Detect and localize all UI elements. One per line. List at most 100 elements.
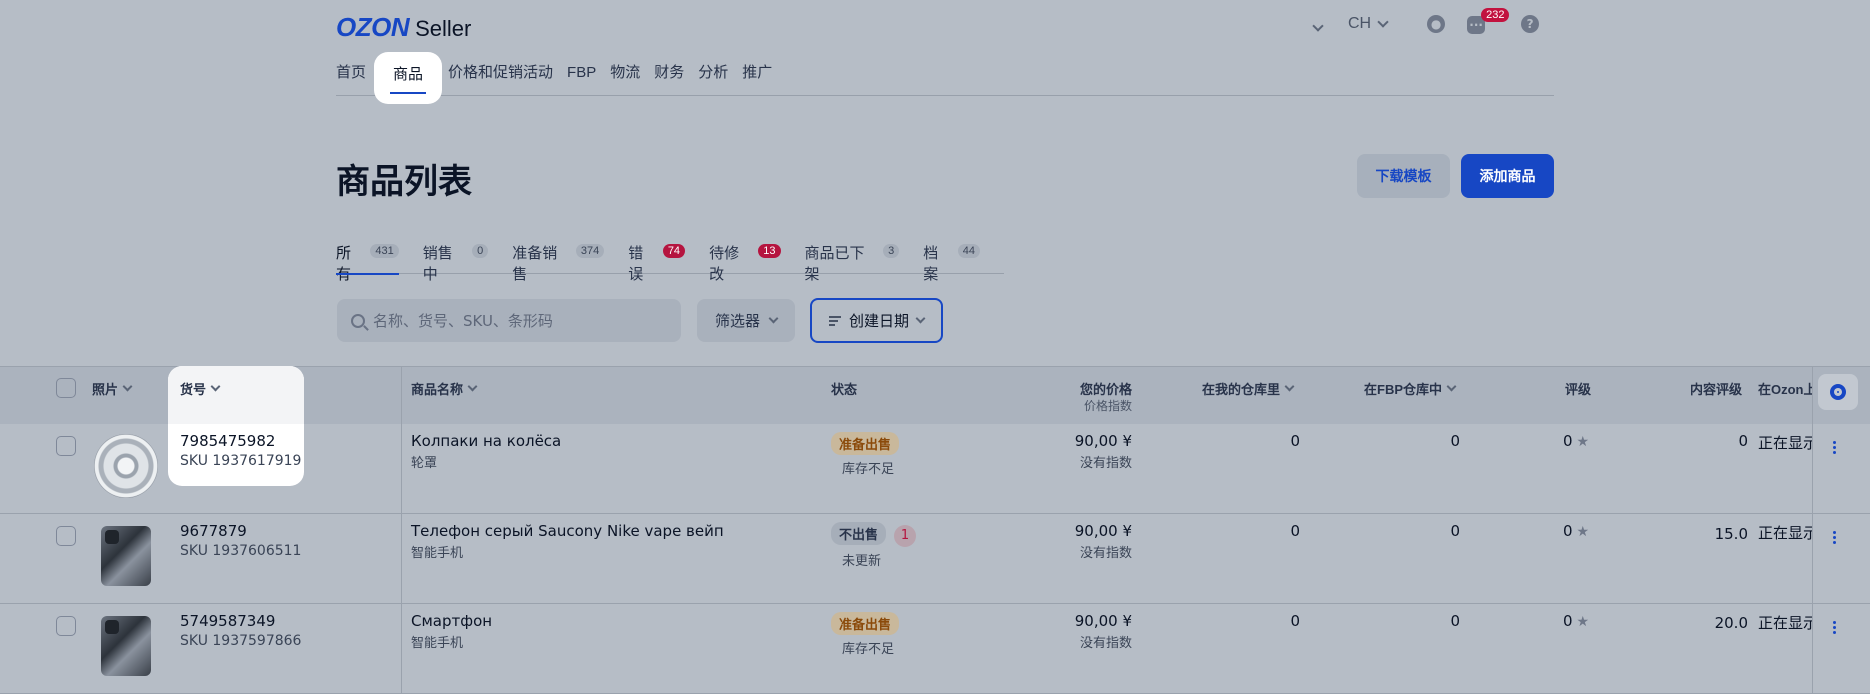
col-price[interactable]: 您的价格 价格指数 — [1078, 379, 1132, 413]
tab-on-sale[interactable]: 销售中 0 — [423, 238, 489, 283]
status-cell: 不出售 1 未更新 — [831, 522, 917, 569]
nav-pricing[interactable]: 价格和促销活动 — [441, 52, 560, 96]
tab-archive[interactable]: 档案 44 — [923, 238, 981, 283]
price-cell[interactable]: 90,00 ¥ 没有指数 — [1012, 432, 1132, 471]
row-menu-icon[interactable] — [1833, 621, 1837, 636]
col-content-rating-label: 内容评级 — [1690, 382, 1743, 397]
product-name[interactable]: Телефон серый Saucony Nike vape вейп — [411, 522, 724, 540]
product-name[interactable]: Смартфон — [411, 612, 492, 630]
col-photo[interactable]: 照片 — [92, 379, 133, 398]
product-category: 智能手机 — [411, 636, 464, 651]
row-menu-icon[interactable] — [1833, 531, 1837, 546]
tab-needs-fix[interactable]: 待修改 13 — [709, 238, 781, 283]
select-all-checkbox[interactable] — [56, 378, 76, 398]
nav-promotion[interactable]: 推广 — [735, 52, 779, 96]
tab-count: 74 — [662, 244, 686, 258]
price-index: 没有指数 — [1079, 636, 1132, 651]
language-label: CH — [1348, 15, 1372, 32]
nav-home[interactable]: 首页 — [336, 52, 373, 96]
content-rating-cell: 0 — [1738, 432, 1748, 450]
row-checkbox[interactable] — [56, 436, 76, 456]
tab-label: 商品已下架 — [804, 245, 865, 283]
chevron-down-icon — [1446, 381, 1457, 392]
search-input[interactable] — [373, 311, 673, 330]
page-title: 商品列表 — [336, 162, 472, 202]
col-name[interactable]: 商品名称 — [411, 379, 478, 398]
profile-icon[interactable]: ● — [1427, 15, 1446, 33]
nav-fbp[interactable]: FBP — [560, 52, 603, 96]
chevron-down-icon — [1284, 381, 1295, 392]
product-thumbnail[interactable] — [94, 434, 158, 498]
table-settings-button[interactable] — [1818, 374, 1858, 410]
help-icon[interactable]: ? — [1521, 15, 1540, 33]
my-stock-cell: 0 — [1290, 522, 1300, 540]
sort-by-date-button[interactable]: 创建日期 — [810, 298, 943, 343]
col-fbp-stock[interactable]: 在FBP仓库中 — [1364, 379, 1457, 398]
on-ozon-cell: 正在显示 — [1758, 524, 1812, 542]
tab-errors[interactable]: 错误 74 — [628, 238, 686, 283]
product-name[interactable]: Колпаки на колёса — [411, 432, 561, 450]
col-article[interactable]: 货号 — [180, 379, 221, 398]
col-fbp-stock-label: 在FBP仓库中 — [1364, 382, 1443, 397]
download-template-button[interactable]: 下载模板 — [1357, 154, 1450, 198]
add-product-button[interactable]: 添加商品 — [1461, 154, 1554, 198]
my-stock-cell: 0 — [1290, 612, 1300, 630]
tab-removed[interactable]: 商品已下架 3 — [805, 238, 900, 283]
tab-label: 销售中 — [422, 245, 453, 283]
ozon-seller-logo[interactable]: OZON Seller — [336, 12, 471, 43]
col-name-label: 商品名称 — [411, 382, 464, 397]
rating-cell: 0 ★ — [1563, 522, 1589, 540]
sku-number: SKU 1937617919 — [180, 453, 302, 469]
language-switcher[interactable]: CH — [1348, 15, 1389, 33]
row-checkbox[interactable] — [56, 616, 76, 636]
search-icon — [351, 313, 365, 328]
star-icon: ★ — [1576, 614, 1590, 630]
tab-label: 待修改 — [709, 245, 740, 283]
tab-label: 所有 — [336, 245, 352, 283]
nav-finance[interactable]: 财务 — [647, 52, 691, 96]
price-index: 没有指数 — [1079, 456, 1132, 471]
tab-count: 3 — [883, 244, 900, 258]
chevron-down-icon — [915, 313, 926, 323]
row-checkbox[interactable] — [56, 526, 76, 546]
product-thumbnail[interactable] — [101, 526, 151, 586]
filter-button[interactable]: 筛选器 — [697, 299, 795, 342]
price-cell[interactable]: 90,00 ¥ 没有指数 — [1012, 612, 1132, 651]
product-thumbnail[interactable] — [101, 616, 151, 676]
star-icon: ★ — [1576, 434, 1590, 450]
search-box[interactable] — [337, 299, 681, 342]
col-on-ozon: 在Ozon上 — [1758, 379, 1812, 398]
article-number: 9677879 — [180, 522, 247, 540]
name-cell: Колпаки на колёса 轮罩 — [411, 432, 561, 471]
status-cell: 准备出售 库存不足 — [831, 432, 900, 477]
col-status: 状态 — [831, 379, 857, 398]
content-rating-cell: 20.0 — [1714, 614, 1748, 632]
col-photo-label: 照片 — [92, 382, 119, 397]
article-cell: 9677879 SKU 1937606511 — [180, 522, 301, 559]
account-dropdown[interactable] — [1312, 15, 1324, 34]
error-count-badge[interactable]: 1 — [894, 525, 917, 547]
col-on-ozon-label: 在Ozon上 — [1758, 382, 1812, 397]
nav-analytics[interactable]: 分析 — [691, 52, 735, 96]
product-category: 轮罩 — [411, 456, 438, 471]
status-tabs: 所有 431 销售中 0 准备销售 374 错误 74 待修改 13 商品已下架… — [336, 238, 1004, 283]
messages-button[interactable]: ··· 232 — [1467, 8, 1510, 34]
article-number: 7985475982 — [180, 432, 276, 450]
chevron-down-icon — [122, 381, 133, 392]
top-right-controls: CH ● ··· 232 ? — [1312, 8, 1540, 36]
rating-value: 0 — [1563, 612, 1573, 630]
row-menu-icon[interactable] — [1833, 441, 1837, 456]
tab-ready-to-sell[interactable]: 准备销售 374 — [512, 238, 605, 283]
status-cell: 准备出售 库存不足 — [831, 612, 900, 657]
col-my-stock[interactable]: 在我的仓库里 — [1202, 379, 1295, 398]
tab-all[interactable]: 所有 431 — [336, 238, 399, 283]
nav-logistics[interactable]: 物流 — [603, 52, 647, 96]
active-underline — [390, 92, 426, 94]
nav-products-highlighted[interactable]: 商品 — [374, 52, 442, 104]
sort-icon — [828, 315, 841, 326]
top-bar: OZON Seller CH ● ··· 232 ? 首页 价格和促销活动 FB… — [0, 0, 1870, 104]
col-price-label: 您的价格 — [1079, 382, 1132, 397]
product-category: 智能手机 — [411, 546, 464, 561]
on-ozon-cell: 正在显示 — [1758, 434, 1812, 452]
price-cell[interactable]: 90,00 ¥ 没有指数 — [1012, 522, 1132, 561]
